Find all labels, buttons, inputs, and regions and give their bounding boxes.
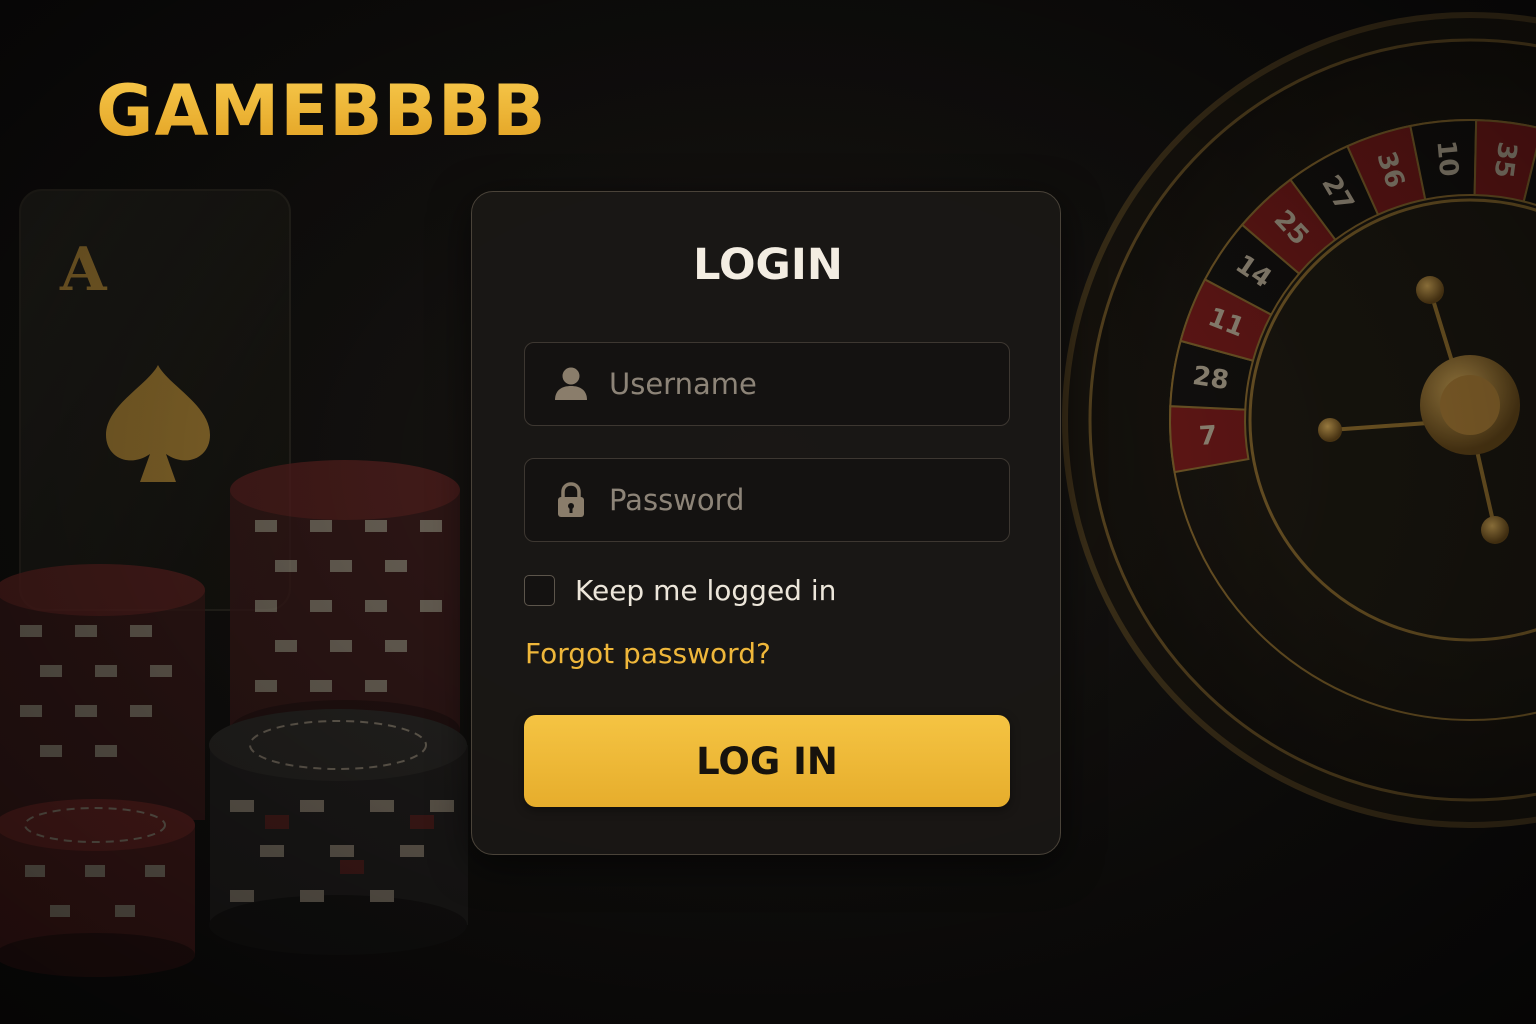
user-icon [553,366,589,402]
login-screen: A [0,0,1536,1024]
password-field[interactable] [524,458,1010,542]
keep-logged-in-option[interactable]: Keep me logged in [524,574,836,607]
forgot-password-link[interactable]: Forgot password? [525,637,771,670]
brand-logo: GAMEBBBB [96,70,547,152]
login-button[interactable]: LOG IN [524,715,1010,807]
password-input[interactable] [609,459,993,541]
username-field[interactable] [524,342,1010,426]
lock-icon [553,482,589,518]
keep-logged-in-label: Keep me logged in [575,574,837,607]
username-input[interactable] [609,343,993,425]
keep-logged-in-checkbox[interactable] [524,575,555,606]
login-title: LOGIN [693,240,843,290]
